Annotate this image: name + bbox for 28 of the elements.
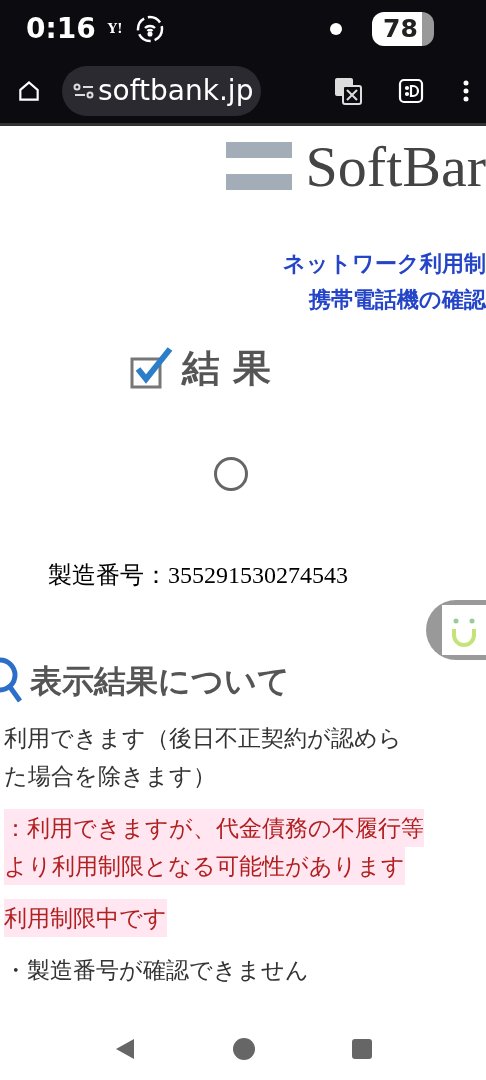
legend-text: より利用制限となる可能性があります [4,847,405,885]
headline-text: ネットワーク利用制 [283,250,486,278]
loading-spinner [214,457,248,491]
search-icon [0,657,22,705]
carrier-mark: Y! [107,20,123,39]
url-text: softbank.jp [98,72,254,109]
legend-text: た場合を除きます） [4,762,216,791]
result-heading: 結 果 [182,345,272,392]
more-menu-icon[interactable] [462,78,470,103]
logo-text: SoftBar [305,138,486,196]
headline-text: 携帯電話機の確認 [309,286,486,314]
battery-indicator: 78 [372,12,434,46]
serial-number: 製造番号：355291530274543 [48,561,349,590]
clock: 0:16 [26,11,96,47]
back-icon[interactable] [114,1037,136,1061]
logo-bars-icon [225,142,292,192]
home-button-icon[interactable] [232,1037,256,1061]
floating-tab[interactable] [426,600,486,660]
smiley-icon [442,605,486,655]
legend-text: 利用制限中です [4,899,167,937]
legend-text: 利用できます（後日不正契約が認めら [4,724,402,753]
legend-heading: 表示結果について [30,661,290,702]
translate-icon[interactable] [334,76,362,105]
legend-text: ：利用できますが、代金債務の不履行等 [4,809,424,847]
address-bar[interactable]: softbank.jp [62,65,262,116]
extension-icon[interactable] [398,77,424,104]
hotspot-icon [134,14,165,44]
legend-text: ・製造番号が確認できません [4,956,309,985]
